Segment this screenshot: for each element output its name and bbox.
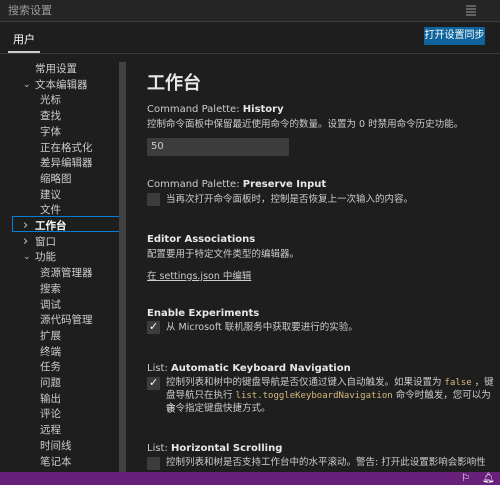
settings-tree: 常用设置 文本编辑器 ⌄ 光标 查找 字体 正在格式化 差异编辑器 缩略图 建议 文件 工作台 › 窗口 ›… — [0, 56, 130, 472]
setting-experiments-title: Enable Experiments — [147, 308, 260, 319]
sidebar-item[interactable]: 查找 — [40, 109, 61, 124]
edit-in-settings-json-link[interactable]: 在 settings.json 中编辑 — [147, 270, 251, 283]
sidebar-item[interactable]: 差异编辑器 — [40, 156, 93, 171]
sidebar-item[interactable]: 笔记本 — [40, 455, 72, 470]
search-input[interactable]: 搜索设置 — [8, 3, 52, 19]
sidebar-item[interactable]: 建议 — [40, 188, 61, 203]
sidebar-item[interactable]: 源代码管理 — [40, 313, 93, 328]
sidebar-item[interactable]: 搜索 — [40, 282, 61, 297]
setting-preserve-title: Command Palette: Preserve Input — [147, 179, 327, 190]
sidebar-item[interactable]: 问题 — [40, 376, 61, 391]
keyboard-nav-checkbox[interactable] — [147, 376, 160, 390]
sidebar-item[interactable]: 常用设置 — [35, 62, 77, 77]
status-bar: ⚐ 🔔︎ — [0, 472, 500, 485]
feedback-icon[interactable]: ⚐ — [461, 472, 470, 485]
sidebar-item[interactable]: 窗口 — [35, 235, 56, 250]
horizontal-scrolling-checkbox[interactable] — [147, 457, 160, 470]
setting-keyboard-nav-title: List: Automatic Keyboard Navigation — [147, 363, 351, 374]
sidebar-item[interactable]: 输出 — [40, 392, 61, 407]
setting-history-title: Command Palette: History — [147, 104, 284, 115]
sidebar-item[interactable]: 缩略图 — [40, 172, 72, 187]
sidebar-item[interactable]: 任务 — [40, 360, 61, 375]
setting-editor-assoc-desc: 配置要用于特定文件类型的编辑器。 — [147, 249, 300, 260]
preserve-input-checkbox[interactable] — [147, 193, 160, 206]
setting-hscroll-title: List: Horizontal Scrolling — [147, 443, 283, 454]
chevron-down-icon[interactable]: ⌄ — [23, 250, 31, 265]
setting-keyboard-nav-desc-line1: 控制列表和树中的键盘导航是否仅通过键入自动触发。如果设置为 false ，键 — [166, 377, 494, 388]
setting-preserve-desc: 当再次打开命令面板时，控制是否恢复上一次输入的内容。 — [166, 194, 414, 205]
chevron-down-icon[interactable]: ⌄ — [23, 78, 31, 93]
sidebar-item[interactable]: 字体 — [40, 125, 61, 140]
sidebar-item[interactable]: 光标 — [40, 93, 61, 108]
notifications-bell-icon[interactable]: 🔔︎ — [482, 472, 495, 485]
sidebar-item[interactable]: 资源管理器 — [40, 266, 93, 281]
sidebar-item[interactable]: 功能 — [35, 250, 56, 265]
sidebar-item[interactable]: 时间线 — [40, 439, 72, 454]
active-tab-indicator — [8, 51, 40, 53]
tree-scrollbar[interactable] — [119, 62, 126, 472]
search-bar[interactable]: 搜索设置 — [0, 0, 500, 22]
chevron-right-icon[interactable]: › — [23, 234, 28, 249]
open-settings-sync-button[interactable]: 打开设置同步 — [424, 27, 485, 45]
enable-experiments-checkbox[interactable] — [147, 320, 160, 334]
tab-user[interactable]: 用户 — [13, 33, 35, 47]
setting-experiments-desc: 从 Microsoft 联机服务中获取要进行的实验。 — [166, 322, 358, 333]
sidebar-item[interactable]: 远程 — [40, 423, 61, 438]
setting-hscroll-desc: 控制列表和树是否支持工作台中的水平滚动。警告: 打开此设置影响会影响性 — [166, 457, 486, 468]
sidebar-item[interactable]: 文本编辑器 — [35, 78, 88, 93]
setting-history-desc: 控制命令面板中保留最近使用命令的数量。设置为 0 时禁用命令历史功能。 — [147, 119, 464, 130]
sidebar-item[interactable]: 评论 — [40, 407, 61, 422]
setting-keyboard-nav-desc-line3: 命令指定键盘快捷方式。 — [166, 403, 271, 414]
sidebar-item[interactable]: 正在格式化 — [40, 141, 93, 156]
sidebar-item[interactable]: 终端 — [40, 345, 61, 360]
clear-filter-icon[interactable] — [461, 2, 479, 18]
tree-selection-outline — [12, 216, 126, 232]
sidebar-item[interactable]: 扩展 — [40, 329, 61, 344]
history-number-input[interactable]: 50 — [147, 138, 289, 156]
sidebar-item[interactable]: 调试 — [40, 298, 61, 313]
page-title: 工作台 — [147, 73, 201, 94]
setting-editor-assoc-title: Editor Associations — [147, 234, 256, 245]
